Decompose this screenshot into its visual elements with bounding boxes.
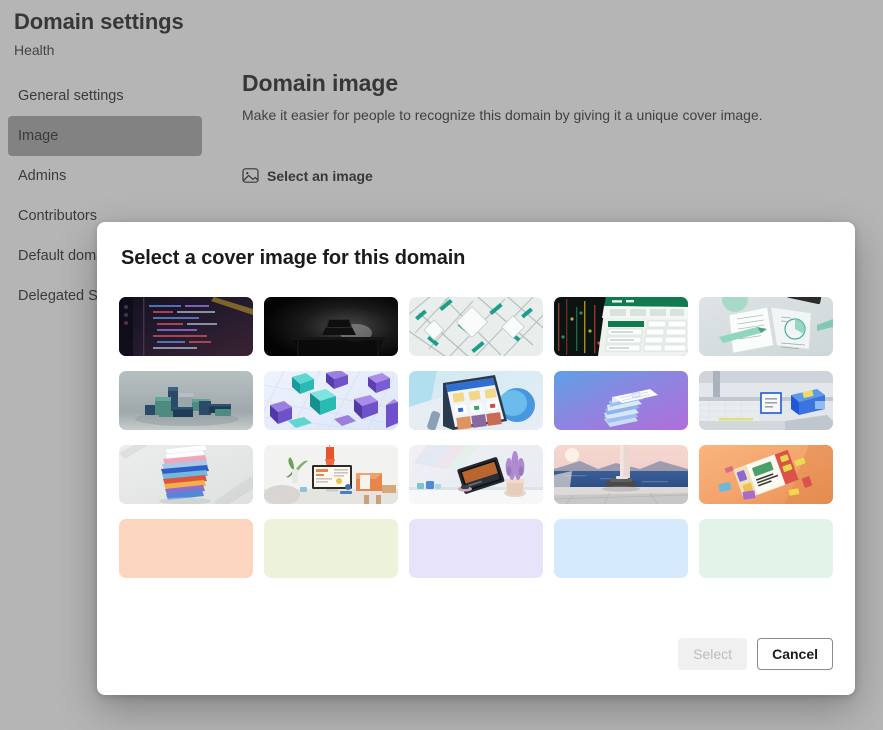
thumbnail-desk-with-monitor-and-plant[interactable] (264, 445, 398, 504)
thumbnail-solid-sky-blue-swatch[interactable] (554, 519, 688, 578)
cancel-button[interactable]: Cancel (757, 638, 833, 670)
thumbnail-purple-teal-crystal-cubes[interactable] (264, 371, 398, 430)
thumbnail-tablet-with-lavender-plant[interactable] (409, 445, 543, 504)
thumbnail-teal-3d-blocks[interactable] (119, 371, 253, 430)
thumbnail-open-notebook-with-charts[interactable] (699, 297, 833, 356)
thumbnail-lake-at-sunrise-terrace[interactable] (554, 445, 688, 504)
select-button[interactable]: Select (678, 638, 748, 670)
thumbnail-dark-code-editor-screen[interactable] (119, 297, 253, 356)
thumbnail-colorful-paper-stack[interactable] (119, 445, 253, 504)
cover-image-dialog: Select a cover image for this domain Sel… (97, 222, 855, 695)
thumbnail-abstract-teal-circuit-board[interactable] (409, 297, 543, 356)
thumbnail-solid-lime-swatch[interactable] (264, 519, 398, 578)
dialog-title: Select a cover image for this domain (121, 247, 466, 269)
thumbnail-spreadsheet-on-dark-screen[interactable] (554, 297, 688, 356)
thumbnail-laptop-on-dark-desk[interactable] (264, 297, 398, 356)
dialog-footer: Select Cancel (678, 638, 833, 670)
thumbnail-solid-peach-swatch[interactable] (119, 519, 253, 578)
thumbnail-solid-lavender-swatch[interactable] (409, 519, 543, 578)
cover-image-grid (119, 297, 833, 578)
app-root: Domain settings Health General settings … (0, 0, 883, 730)
thumbnail-solid-mint-swatch[interactable] (699, 519, 833, 578)
thumbnail-phone-with-app-screen[interactable] (409, 371, 543, 430)
thumbnail-orange-flatlay-tablet[interactable] (699, 445, 833, 504)
thumbnail-office-printer-scene[interactable] (699, 371, 833, 430)
thumbnail-stacked-cards-on-gradient[interactable] (554, 371, 688, 430)
